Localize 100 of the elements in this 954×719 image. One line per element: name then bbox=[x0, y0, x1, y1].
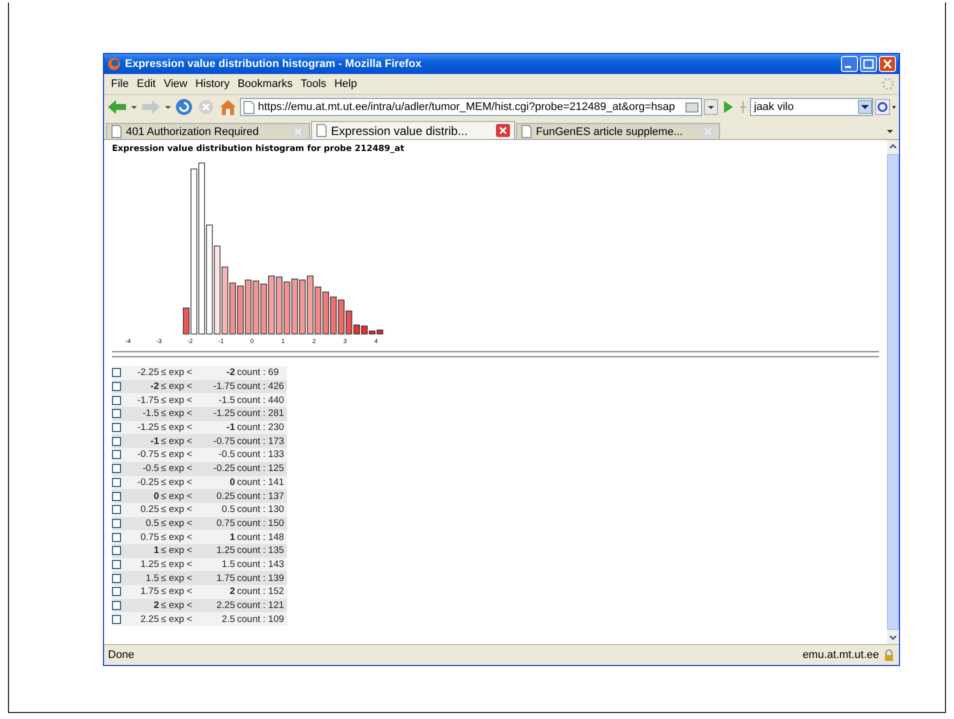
tab-label: FunGenES article suppleme... bbox=[536, 126, 684, 138]
lock-icon bbox=[883, 649, 895, 661]
bin-count: count : 281 bbox=[237, 408, 286, 420]
dropdown-icon[interactable] bbox=[858, 100, 872, 114]
dropdown-button[interactable] bbox=[704, 99, 718, 115]
range-low: -0.25 bbox=[136, 476, 159, 488]
range-relation: ≤ exp < bbox=[161, 381, 194, 392]
range-relation: ≤ exp < bbox=[161, 545, 194, 556]
checkbox[interactable] bbox=[112, 409, 121, 418]
range-low: 1.5 bbox=[144, 572, 159, 584]
checkbox[interactable] bbox=[112, 505, 121, 514]
separator-grip-icon bbox=[738, 99, 748, 115]
bin-count: count : 125 bbox=[237, 463, 286, 474]
search-engine-icon[interactable] bbox=[875, 98, 897, 116]
range-high: -1.25 bbox=[212, 408, 235, 420]
browser-tab[interactable]: Expression value distrib... bbox=[311, 121, 515, 139]
search-text: jaak vilo bbox=[754, 101, 794, 113]
checkbox[interactable] bbox=[112, 560, 121, 569]
bin-count: count : 135 bbox=[237, 545, 286, 556]
range-relation: ≤ exp < bbox=[161, 600, 194, 612]
bin-count: count : 440 bbox=[237, 394, 286, 406]
range-relation: ≤ exp < bbox=[161, 436, 194, 447]
status-host: emu.at.mt.ut.ee bbox=[802, 649, 879, 661]
menu-item[interactable]: Help bbox=[330, 78, 361, 90]
range-relation: ≤ exp < bbox=[161, 463, 194, 474]
range-relation: ≤ exp < bbox=[161, 408, 194, 420]
page-icon bbox=[521, 125, 532, 138]
checkbox[interactable] bbox=[112, 518, 121, 528]
bin-count: count : 139 bbox=[237, 572, 286, 584]
range-low: -1 bbox=[150, 436, 159, 447]
checkbox[interactable] bbox=[112, 450, 121, 460]
checkbox[interactable] bbox=[112, 614, 121, 624]
checkbox[interactable] bbox=[112, 464, 121, 474]
range-high: -2 bbox=[226, 367, 235, 378]
bin-count: count : 230 bbox=[237, 422, 286, 434]
range-high: 2 bbox=[228, 586, 235, 598]
range-low: -0.5 bbox=[142, 463, 159, 474]
range-low: -1.5 bbox=[142, 408, 159, 420]
bin-count: count : 121 bbox=[237, 600, 286, 612]
menu-item[interactable]: View bbox=[160, 78, 192, 90]
throbber-icon bbox=[881, 77, 895, 91]
checkbox[interactable] bbox=[112, 574, 121, 583]
checkbox[interactable] bbox=[112, 368, 121, 378]
close-tab-icon[interactable] bbox=[496, 124, 510, 137]
menu-item[interactable]: File bbox=[107, 78, 133, 90]
checkbox[interactable] bbox=[112, 396, 121, 405]
range-low: -1.75 bbox=[136, 394, 159, 406]
range-low: -1.25 bbox=[136, 422, 159, 434]
back-arrow-icon[interactable] bbox=[106, 98, 128, 116]
range-high: -0.5 bbox=[218, 449, 235, 460]
url-text: https://emu.at.mt.ut.ee/intra/u/adler/tumor_MEM/hist.cgi?probe=212489_at&org=hsap bbox=[258, 101, 676, 113]
checkbox[interactable] bbox=[112, 478, 121, 487]
checkbox[interactable] bbox=[112, 587, 121, 596]
menu-item[interactable]: History bbox=[191, 78, 234, 90]
bin-count: count : 148 bbox=[237, 532, 286, 543]
range-high: 0 bbox=[228, 476, 235, 488]
checkbox[interactable] bbox=[112, 492, 121, 501]
browser-tab[interactable]: 401 Authorization Required bbox=[106, 123, 310, 139]
menu-item[interactable]: Edit bbox=[132, 78, 160, 90]
range-high: 0.75 bbox=[216, 518, 235, 529]
page-heading: Expression value distribution histogram for probe 212489_at bbox=[112, 144, 406, 154]
search-field[interactable]: jaak vilo bbox=[750, 98, 873, 116]
range-high: 2.5 bbox=[220, 614, 235, 625]
reload-icon[interactable] bbox=[174, 98, 194, 116]
range-low: -2 bbox=[150, 381, 159, 392]
range-high: 1.75 bbox=[216, 572, 235, 584]
checkbox[interactable] bbox=[112, 532, 121, 542]
home-icon[interactable] bbox=[218, 98, 238, 116]
close-button[interactable] bbox=[879, 56, 896, 72]
minimize-button[interactable] bbox=[841, 56, 858, 72]
menu-item[interactable]: Bookmarks bbox=[234, 78, 297, 90]
range-low: 1.25 bbox=[140, 558, 159, 570]
bin-count: count : 130 bbox=[237, 504, 286, 516]
maximize-button[interactable] bbox=[860, 56, 877, 72]
browser-tab[interactable]: FunGenES article suppleme... bbox=[516, 123, 720, 139]
page-icon bbox=[243, 100, 255, 114]
bin-count: count : 173 bbox=[237, 436, 286, 447]
range-relation: ≤ exp < bbox=[161, 504, 194, 516]
range-relation: ≤ exp < bbox=[161, 586, 194, 598]
site-icon bbox=[685, 100, 699, 114]
range-high: 1.5 bbox=[220, 558, 235, 570]
range-high: 0.25 bbox=[216, 490, 235, 502]
checkbox[interactable] bbox=[112, 382, 121, 392]
checkbox[interactable] bbox=[112, 601, 121, 610]
range-low: 0 bbox=[152, 490, 159, 502]
range-relation: ≤ exp < bbox=[161, 476, 194, 488]
bin-count: count : 69 bbox=[237, 367, 280, 378]
range-low: -0.75 bbox=[136, 449, 159, 460]
checkbox[interactable] bbox=[112, 423, 121, 432]
address-field[interactable]: https://emu.at.mt.ut.ee/intra/u/adler/tumor_MEM/hist.cgi?probe=212489_at&org=hsap bbox=[240, 98, 702, 116]
checkbox[interactable] bbox=[112, 546, 121, 556]
bin-count: count : 426 bbox=[237, 381, 286, 392]
tab-label: 401 Authorization Required bbox=[126, 126, 260, 138]
bin-count: count : 137 bbox=[237, 490, 286, 502]
page-icon bbox=[316, 124, 327, 137]
checkbox[interactable] bbox=[112, 436, 121, 446]
range-low: 1.75 bbox=[140, 586, 159, 598]
range-low: 0.75 bbox=[140, 532, 159, 543]
menu-item[interactable]: Tools bbox=[296, 78, 330, 90]
range-high: -1 bbox=[226, 422, 235, 434]
